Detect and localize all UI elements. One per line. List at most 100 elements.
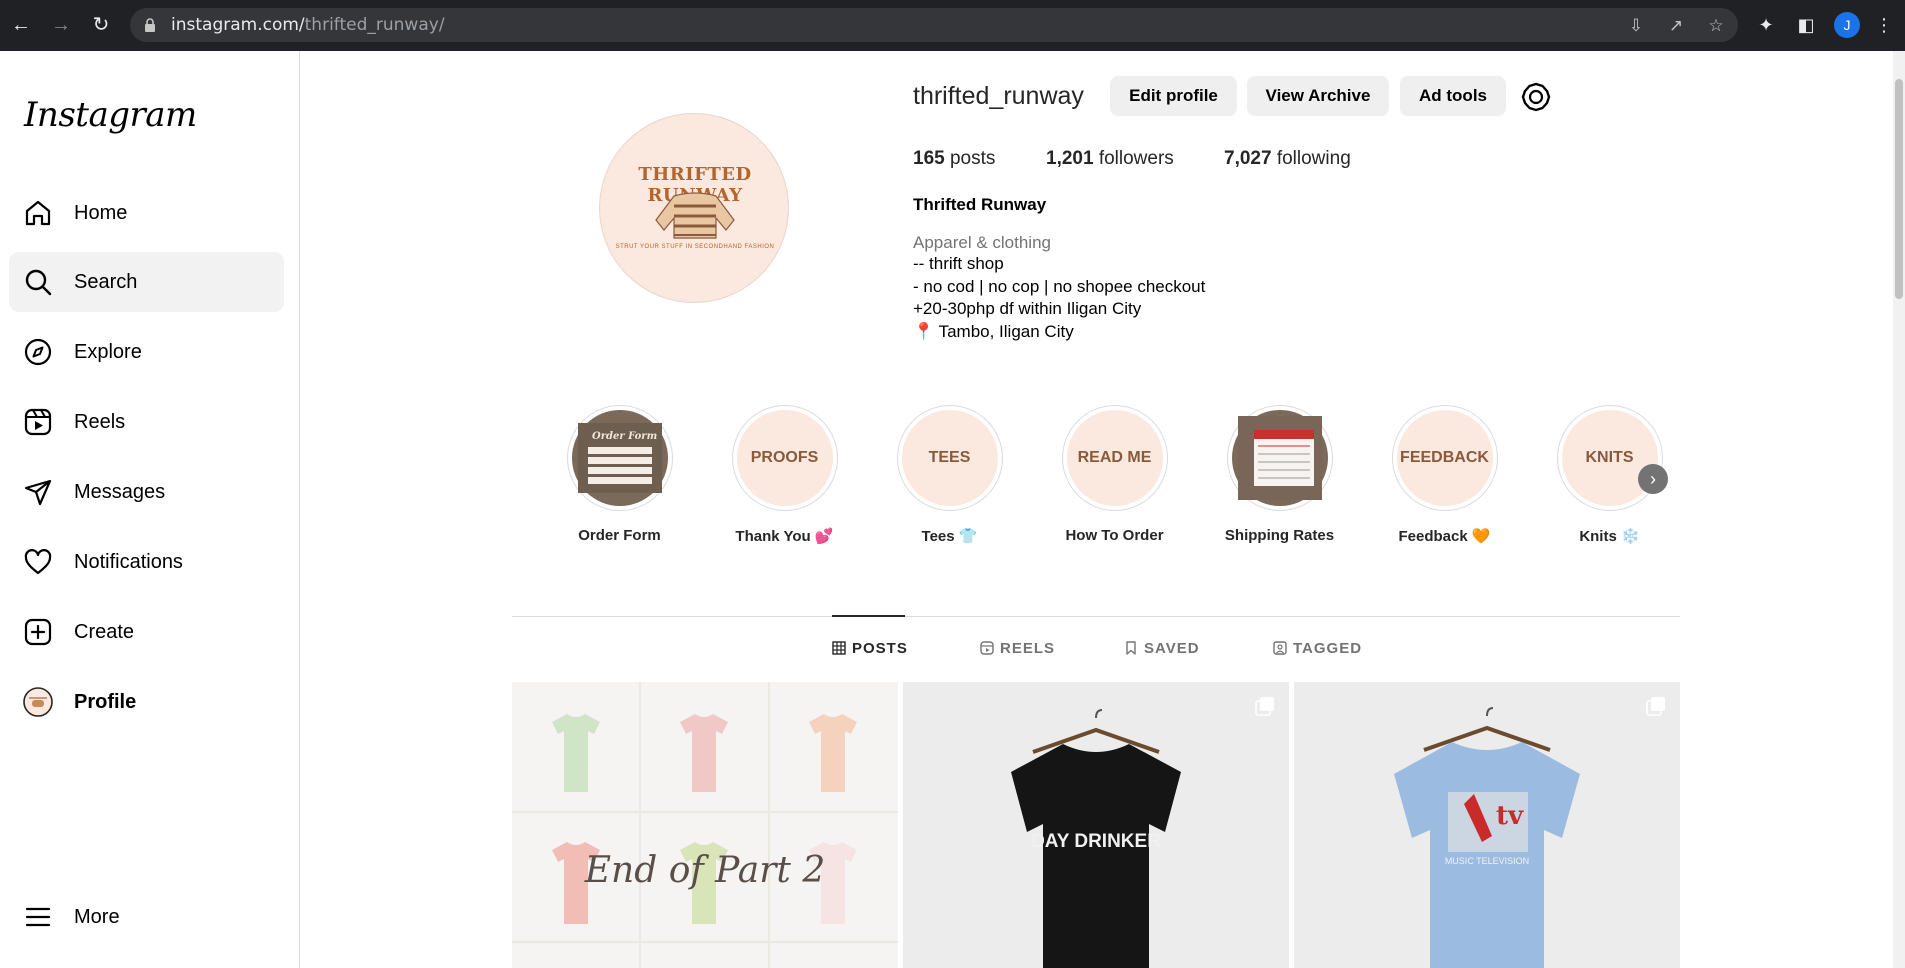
chevron-right-icon[interactable]: › [1638, 464, 1668, 494]
lock-icon [145, 18, 155, 32]
multiple-photos-icon [1646, 697, 1665, 716]
sidebar-item-reels[interactable]: Reels [9, 392, 284, 452]
highlight-order-form[interactable]: Order Form Order Form [537, 405, 702, 544]
profile-avatar[interactable]: THRIFTED RUNWAY STRUT YOUR STUFF IN SECO… [599, 113, 789, 303]
side-panel-icon[interactable]: ◧ [1794, 12, 1818, 38]
home-icon [25, 200, 51, 226]
hamburger-menu-icon [25, 907, 51, 927]
bio-line: -- thrift shop [913, 254, 1004, 273]
tab-tagged[interactable]: TAGGED [1273, 640, 1362, 657]
profile-username: thrifted_runway [913, 82, 1084, 110]
shipping-rates-thumbnail [1237, 416, 1322, 500]
highlight-cover: READ ME [1066, 410, 1163, 506]
search-icon [25, 269, 52, 296]
followers-link[interactable]: 1,201 followers [1046, 148, 1174, 170]
back-icon[interactable]: ← [8, 12, 34, 38]
view-archive-button[interactable]: View Archive [1247, 76, 1389, 116]
sidebar-item-messages[interactable]: Messages [9, 462, 284, 522]
highlight-feedback[interactable]: FEEDBACK Feedback 🧡 [1362, 405, 1527, 545]
highlight-tees[interactable]: TEES Tees 👕 [867, 405, 1032, 545]
reels-icon [24, 408, 52, 436]
tabs-divider [512, 616, 1680, 617]
highlight-thank-you[interactable]: PROOFS Thank You 💕 [702, 405, 867, 545]
compass-icon [24, 338, 52, 366]
edit-profile-button[interactable]: Edit profile [1110, 76, 1237, 116]
svg-text:MUSIC TELEVISION: MUSIC TELEVISION [1445, 856, 1529, 866]
profile-full-name: Thrifted Runway [913, 195, 1047, 214]
sidebar-item-notifications[interactable]: Notifications [9, 532, 284, 592]
post-thumbnail[interactable]: tv MUSIC TELEVISION [1294, 682, 1680, 968]
highlight-shipping-rates[interactable]: Shipping Rates [1197, 405, 1362, 544]
paper-plane-icon [24, 479, 52, 506]
forward-icon[interactable]: → [48, 12, 74, 38]
install-icon[interactable]: ⇩ [1626, 16, 1646, 36]
sidebar-item-label: Search [74, 271, 138, 293]
extensions-icon[interactable]: ✦ [1754, 12, 1778, 38]
svg-text:Order Form: Order Form [592, 431, 657, 442]
highlight-cover [1231, 410, 1328, 506]
post-thumbnail[interactable]: DAY DRINKER [903, 682, 1289, 968]
post-collage-image: End of Part 2 [512, 682, 898, 968]
highlight-cover: TEES [901, 410, 998, 506]
sidebar: Instagram Home Search Explore Reels Mess… [0, 51, 300, 968]
highlight-how-to-order[interactable]: READ ME How To Order [1032, 405, 1197, 544]
svg-text:DAY DRINKER: DAY DRINKER [1031, 831, 1161, 852]
address-bar[interactable]: instagram.com/thrifted_runway/ ⇩ ↗ ☆ [130, 8, 1738, 42]
ad-tools-button[interactable]: Ad tools [1400, 76, 1506, 116]
tagged-person-icon [1273, 641, 1287, 655]
bookmark-star-icon[interactable]: ☆ [1706, 16, 1726, 36]
tab-reels[interactable]: REELS [980, 640, 1055, 657]
instagram-logo[interactable]: Instagram [24, 95, 197, 135]
highlight-label: Order Form [578, 527, 661, 544]
tab-posts[interactable]: POSTS [832, 640, 908, 657]
sidebar-item-home[interactable]: Home [9, 183, 284, 243]
sidebar-item-label: Notifications [74, 551, 183, 573]
sidebar-item-label: Messages [74, 481, 166, 503]
page-scrollbar[interactable] [1893, 51, 1905, 968]
sidebar-item-label: Reels [74, 411, 126, 433]
sidebar-item-profile[interactable]: Profile [9, 672, 284, 732]
plus-square-icon [24, 618, 52, 646]
bio-line: +20-30php df within Iligan City [913, 299, 1142, 318]
highlight-label: Knits ❄️ [1579, 528, 1640, 545]
sidebar-item-label: Create [74, 621, 135, 643]
multiple-photos-icon [1255, 697, 1274, 716]
avatar-tagline-text: STRUT YOUR STUFF IN SECONDHAND FASHION [615, 244, 775, 250]
sidebar-item-explore[interactable]: Explore [9, 322, 284, 382]
bookmark-icon [1126, 641, 1136, 655]
sidebar-item-create[interactable]: Create [9, 602, 284, 662]
chrome-profile-avatar[interactable]: J [1834, 12, 1860, 38]
active-tab-indicator [832, 615, 905, 617]
browser-toolbar: ← → ↻ instagram.com/thrifted_runway/ ⇩ ↗… [0, 0, 1905, 51]
sidebar-item-label: Home [74, 202, 128, 224]
settings-gear-icon[interactable] [1521, 82, 1551, 112]
sidebar-item-search[interactable]: Search [9, 252, 284, 312]
svg-text:End of Part 2: End of Part 2 [584, 850, 826, 891]
share-icon[interactable]: ↗ [1666, 16, 1686, 36]
post-thumbnail[interactable]: End of Part 2 [512, 682, 898, 968]
following-link[interactable]: 7,027 following [1224, 148, 1351, 170]
sidebar-item-label: Explore [74, 341, 142, 363]
reload-icon[interactable]: ↻ [88, 12, 114, 38]
post-tshirt-image: DAY DRINKER [903, 682, 1289, 968]
highlight-label: Tees 👕 [921, 528, 978, 545]
highlight-label: Shipping Rates [1224, 527, 1335, 544]
highlight-cover: FEEDBACK [1396, 410, 1493, 506]
posts-count: 165 posts [913, 148, 996, 169]
post-tshirt-image: tv MUSIC TELEVISION [1294, 682, 1680, 968]
scrollbar-thumb[interactable] [1895, 79, 1903, 299]
grid-icon [832, 641, 846, 655]
highlight-cover: KNITS [1561, 410, 1658, 506]
url-text[interactable]: instagram.com/thrifted_runway/ [171, 15, 445, 35]
chrome-menu-icon[interactable]: ⋮ [1872, 12, 1896, 38]
highlight-label: Thank You 💕 [735, 528, 834, 545]
sidebar-item-label: More [74, 906, 120, 928]
highlight-cover: PROOFS [736, 410, 833, 506]
sidebar-item-more[interactable]: More [9, 887, 284, 947]
order-form-thumbnail: Order Form [577, 423, 662, 493]
highlight-label: Feedback 🧡 [1398, 528, 1491, 545]
highlight-label: How To Order [1065, 527, 1164, 544]
avatar-icon [23, 687, 53, 717]
sidebar-item-label: Profile [74, 691, 137, 713]
tab-saved[interactable]: SAVED [1124, 640, 1200, 657]
